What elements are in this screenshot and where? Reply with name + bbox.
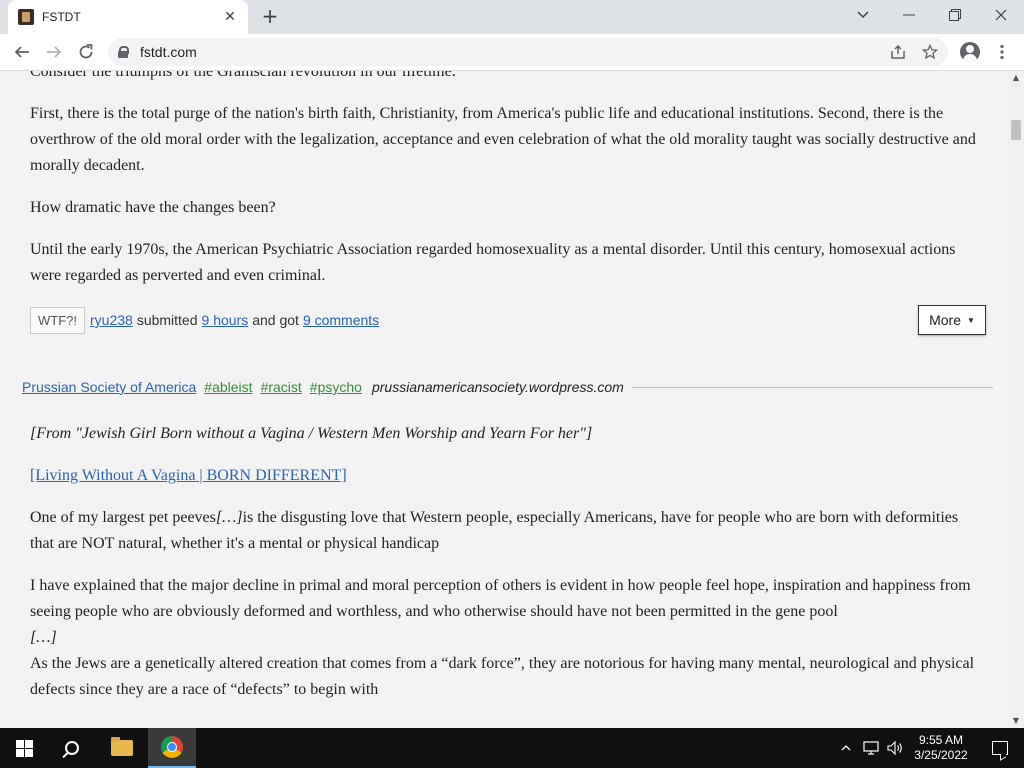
tag-link[interactable]: #ableist: [204, 379, 252, 395]
vertical-scrollbar[interactable]: ▲ ▼: [1008, 71, 1024, 728]
search-button[interactable]: [48, 728, 96, 768]
wtf-vote-button[interactable]: WTF?!: [30, 306, 85, 334]
post-2-tagline: Prussian Society of America #ableist #ra…: [22, 377, 993, 397]
post-1-meta: WTF?! ryu238 submitted 9 hours and got 9…: [30, 305, 986, 335]
folder-icon: [111, 737, 133, 756]
user-link[interactable]: ryu238: [90, 312, 133, 328]
ellipsis-text: […]: [30, 629, 57, 646]
close-tab-icon[interactable]: ✕: [222, 9, 238, 25]
chrome-icon: [161, 736, 183, 758]
action-center-button[interactable]: [976, 728, 1024, 768]
chevron-down-icon: [857, 11, 869, 19]
post-paragraph: How dramatic have the changes been?: [30, 199, 276, 216]
browser-tab[interactable]: FSTDT ✕: [8, 0, 248, 34]
tag-link[interactable]: #psycho: [310, 379, 362, 395]
tag-link[interactable]: #racist: [261, 379, 302, 395]
quote-heading: [From "Jewish Girl Born without a Vagina…: [30, 425, 593, 442]
page-viewport: Consider the triumphs of the Gramscian r…: [0, 71, 1008, 728]
star-icon: [922, 44, 938, 60]
forward-arrow-icon: [47, 46, 62, 58]
forward-button[interactable]: [40, 38, 68, 66]
minimize-icon: [903, 14, 915, 16]
chevron-up-icon: [841, 745, 851, 751]
post-paragraph: Until the early 1970s, the American Psyc…: [30, 241, 956, 284]
site-favicon-icon: [18, 9, 34, 25]
menu-button[interactable]: [992, 42, 1012, 62]
share-button[interactable]: [888, 42, 908, 62]
tab-search-button[interactable]: [840, 0, 886, 30]
post-paragraph: I have explained that the major decline …: [30, 577, 971, 620]
restore-button[interactable]: [932, 0, 978, 30]
post-paragraph: First, there is the total purge of the n…: [30, 105, 976, 174]
file-explorer-button[interactable]: [98, 728, 146, 768]
submitted-text: submitted: [136, 312, 198, 328]
source-link[interactable]: Prussian Society of America: [22, 379, 196, 395]
back-button[interactable]: [8, 38, 36, 66]
minimize-button[interactable]: [886, 0, 932, 30]
tab-strip: FSTDT ✕ +: [0, 0, 1024, 34]
time-link[interactable]: 9 hours: [202, 312, 249, 328]
post-paragraph: One of my largest pet peeves[…]is the di…: [30, 505, 978, 557]
bookmark-star-button[interactable]: [920, 42, 940, 62]
network-icon: [863, 741, 879, 755]
and-got-text: and got: [252, 312, 299, 328]
post-paragraph: As the Jews are a genetically altered cr…: [30, 655, 975, 698]
post-paragraph: Consider the triumphs of the Gramscian r…: [30, 71, 456, 80]
reload-button[interactable]: [72, 38, 100, 66]
reload-icon: [79, 44, 93, 59]
comments-link[interactable]: 9 comments: [303, 312, 379, 328]
tab-title: FSTDT: [42, 10, 81, 24]
notification-icon: [992, 741, 1008, 755]
paragraph-text: One of my largest pet peeves: [30, 509, 216, 526]
post-2-body: [From "Jewish Girl Born without a Vagina…: [0, 421, 1008, 703]
back-arrow-icon: [14, 46, 29, 58]
taskbar: 9:55 AM 3/25/2022: [0, 728, 1024, 768]
browser-toolbar: fstdt.com: [0, 34, 1024, 71]
close-window-button[interactable]: [978, 0, 1024, 30]
start-button[interactable]: [0, 728, 48, 768]
kebab-menu-icon: [1000, 44, 1004, 60]
more-button[interactable]: More ▼: [918, 305, 986, 335]
chrome-taskbar-button[interactable]: [148, 728, 196, 768]
scroll-up-arrow-icon[interactable]: ▲: [1008, 71, 1024, 85]
post-1-body: Consider the triumphs of the Gramscian r…: [0, 71, 1008, 289]
video-link[interactable]: [Living Without A Vagina | BORN DIFFEREN…: [30, 467, 347, 484]
share-icon: [891, 44, 905, 59]
restore-icon: [949, 9, 961, 21]
search-icon: [65, 741, 79, 755]
network-button[interactable]: [860, 728, 882, 768]
windows-logo-icon: [15, 739, 33, 757]
lock-icon[interactable]: [118, 46, 129, 58]
ellipsis-text: […]: [215, 509, 243, 526]
taskbar-clock[interactable]: 9:55 AM 3/25/2022: [906, 733, 976, 763]
divider: [631, 386, 993, 388]
source-domain: prussianamericansociety.wordpress.com: [371, 379, 624, 395]
scroll-down-arrow-icon[interactable]: ▼: [1008, 714, 1024, 728]
clock-date: 3/25/2022: [914, 748, 968, 762]
caret-down-icon: ▼: [966, 315, 975, 325]
more-label: More: [929, 312, 961, 328]
profile-button[interactable]: [960, 42, 980, 62]
clock-time: 9:55 AM: [918, 733, 964, 747]
page-content: Consider the triumphs of the Gramscian r…: [0, 71, 1008, 719]
profile-avatar-icon: [960, 42, 980, 62]
scrollbar-thumb[interactable]: [1011, 120, 1021, 140]
show-hidden-icons-button[interactable]: [836, 728, 856, 768]
url-text[interactable]: fstdt.com: [140, 44, 197, 60]
volume-button[interactable]: [884, 728, 906, 768]
new-tab-button[interactable]: +: [258, 5, 282, 29]
address-bar[interactable]: fstdt.com: [108, 38, 948, 66]
close-icon: [995, 9, 1007, 21]
speaker-icon: [887, 741, 902, 755]
